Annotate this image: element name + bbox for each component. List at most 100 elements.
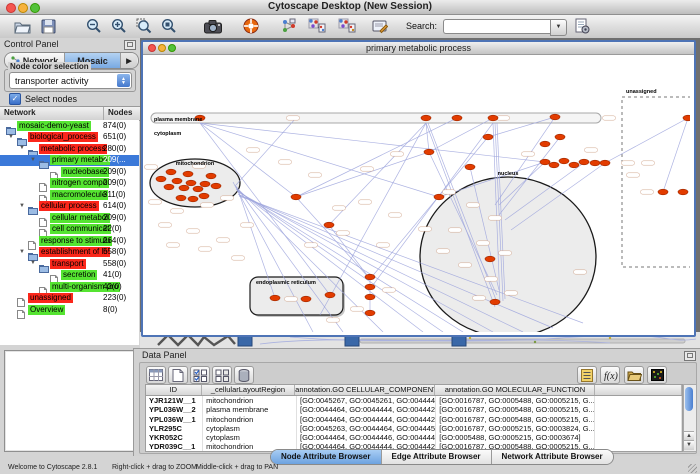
network-edge[interactable] [663,118,688,192]
tree-row[interactable]: multi-organism pro42(0) [0,281,139,293]
close-window-button[interactable] [6,3,16,13]
table-column-header[interactable]: _cellularLayoutRegion [202,385,295,395]
network-node[interactable] [658,189,668,195]
network-node[interactable] [186,180,196,186]
network-node[interactable] [569,162,579,168]
select-all-attributes-icon[interactable] [190,366,210,384]
delete-attribute-icon[interactable] [234,366,254,384]
tree-row-label[interactable]: cellular metabol [50,213,110,223]
network-node[interactable] [188,196,198,202]
network-node[interactable] [365,284,375,290]
tree-row[interactable]: secretion41(0) [0,270,139,282]
tree-expand-icon[interactable]: ▼ [8,134,14,140]
network-node[interactable] [452,115,462,121]
tree-column-network[interactable]: Network [0,107,104,120]
tree-row[interactable]: unassigned223(0) [0,293,139,305]
table-row[interactable]: YKR052Ccytoplasm[GO:0044464, GO:0044446,… [146,433,682,442]
network-node[interactable] [678,189,688,195]
table-row[interactable]: YLR295Ccytoplasm[GO:0045263, GO:0044464,… [146,424,682,433]
table-row[interactable]: YPL036W__2plasma membrane[GO:0044464, GO… [146,405,682,414]
annotation-icon[interactable] [370,17,390,35]
network-node[interactable] [490,299,500,305]
network-node[interactable] [488,115,498,121]
network-node[interactable] [424,149,434,155]
tree-row-label[interactable]: nitrogen compo [50,178,109,188]
tree-row-label[interactable]: secretion [61,270,97,280]
network-node[interactable] [540,141,550,147]
tree-row[interactable]: cellular metabol209(0) [0,212,139,224]
open-session-icon[interactable] [12,17,32,35]
network-node[interactable] [166,169,176,175]
network-node[interactable] [365,274,375,280]
network-edge[interactable] [605,118,688,163]
tree-row-label[interactable]: transport [50,259,86,269]
resize-grip[interactable] [688,464,697,473]
help-icon[interactable] [241,17,261,35]
tree-row-label[interactable]: metabolic process [39,144,107,154]
zoom-out-icon[interactable] [84,17,104,35]
table-column-header[interactable]: annotation.GO MOLECULAR_FUNCTION [435,385,595,395]
snapshot-icon[interactable] [203,17,223,35]
tree-row-label[interactable]: response to stimulu [39,236,112,246]
select-nodes-checkbox[interactable]: ✓ [9,93,21,105]
tree-row[interactable]: macromolecule311(0) [0,189,139,201]
tree-row-label[interactable]: biological_process [28,132,98,142]
network-node[interactable] [365,294,375,300]
attribute-browser-icon[interactable] [572,17,592,35]
tree-row-label[interactable]: establishment of lo [39,247,110,257]
tree-row-label[interactable]: mosaic-demo-yeast [17,121,91,131]
network-node[interactable] [465,164,475,170]
tree-row-label[interactable]: cellular process [39,201,99,211]
import-attributes-icon[interactable] [624,366,644,384]
tree-expand-icon[interactable]: ▼ [19,145,25,151]
tree-row-label[interactable]: Overview [28,305,65,315]
network-node[interactable] [555,134,565,140]
network-node[interactable] [683,115,690,121]
network-node[interactable] [200,181,210,187]
network-icon[interactable] [279,17,299,35]
network-node[interactable] [206,173,216,179]
tree-row[interactable]: response to stimulu264(0) [0,235,139,247]
scrollbar-thumb[interactable] [685,387,693,411]
network-edge[interactable] [296,118,457,197]
tree-row[interactable]: cell communicat22(0) [0,224,139,236]
frame-zoom-button[interactable] [168,44,176,52]
zoom-fit-icon[interactable] [159,17,179,35]
search-dropdown-button[interactable]: ▼ [550,19,567,36]
network-node[interactable] [156,176,166,182]
table-column-header[interactable]: ID [146,385,202,395]
node-color-dropdown[interactable]: transporter activity ▲▼ [9,72,132,89]
tree-row[interactable]: ▼metabolic process280(0) [0,143,139,155]
network-node[interactable] [183,171,193,177]
tree-column-nodes[interactable]: Nodes [104,107,140,120]
network-node[interactable] [549,162,559,168]
zoom-selected-icon[interactable] [134,17,154,35]
table-column-header[interactable]: annotation.GO CELLULAR_COMPONENT [295,385,435,395]
network-node[interactable] [434,194,444,200]
destroy-view-icon[interactable] [337,17,357,35]
scroll-down-button[interactable]: ▼ [684,440,694,450]
attribute-list-icon[interactable] [577,366,597,384]
zoom-in-icon[interactable] [109,17,129,35]
frame-minimize-button[interactable] [158,44,166,52]
attribute-matrix-icon[interactable] [647,366,667,384]
table-column-header[interactable] [595,385,682,395]
network-node[interactable] [325,292,335,298]
tree-row[interactable]: ▼cellular process614(0) [0,201,139,213]
table-row[interactable]: YJR121W__1mitochondrion[GO:0045267, GO:0… [146,396,682,405]
attribute-table[interactable]: ID_cellularLayoutRegionannotation.GO CEL… [145,384,683,452]
tree-row[interactable]: ▼transport558(0) [0,258,139,270]
tree-row-label[interactable]: primary metabo [50,155,110,165]
function-builder-icon[interactable]: f(x) [600,366,620,384]
network-node[interactable] [301,296,311,302]
tree-row[interactable]: ▼establishment of lo558(0) [0,247,139,259]
tree-row[interactable]: nucleobase-209(0) [0,166,139,178]
frame-close-button[interactable] [148,44,156,52]
network-node[interactable] [164,184,174,190]
network-window-titlebar[interactable]: primary metabolic process [143,42,694,55]
network-node[interactable] [179,185,189,191]
save-session-icon[interactable] [38,17,58,35]
tree-expand-icon[interactable]: ▼ [30,157,36,163]
new-attribute-icon[interactable] [168,366,188,384]
network-node[interactable] [540,159,550,165]
